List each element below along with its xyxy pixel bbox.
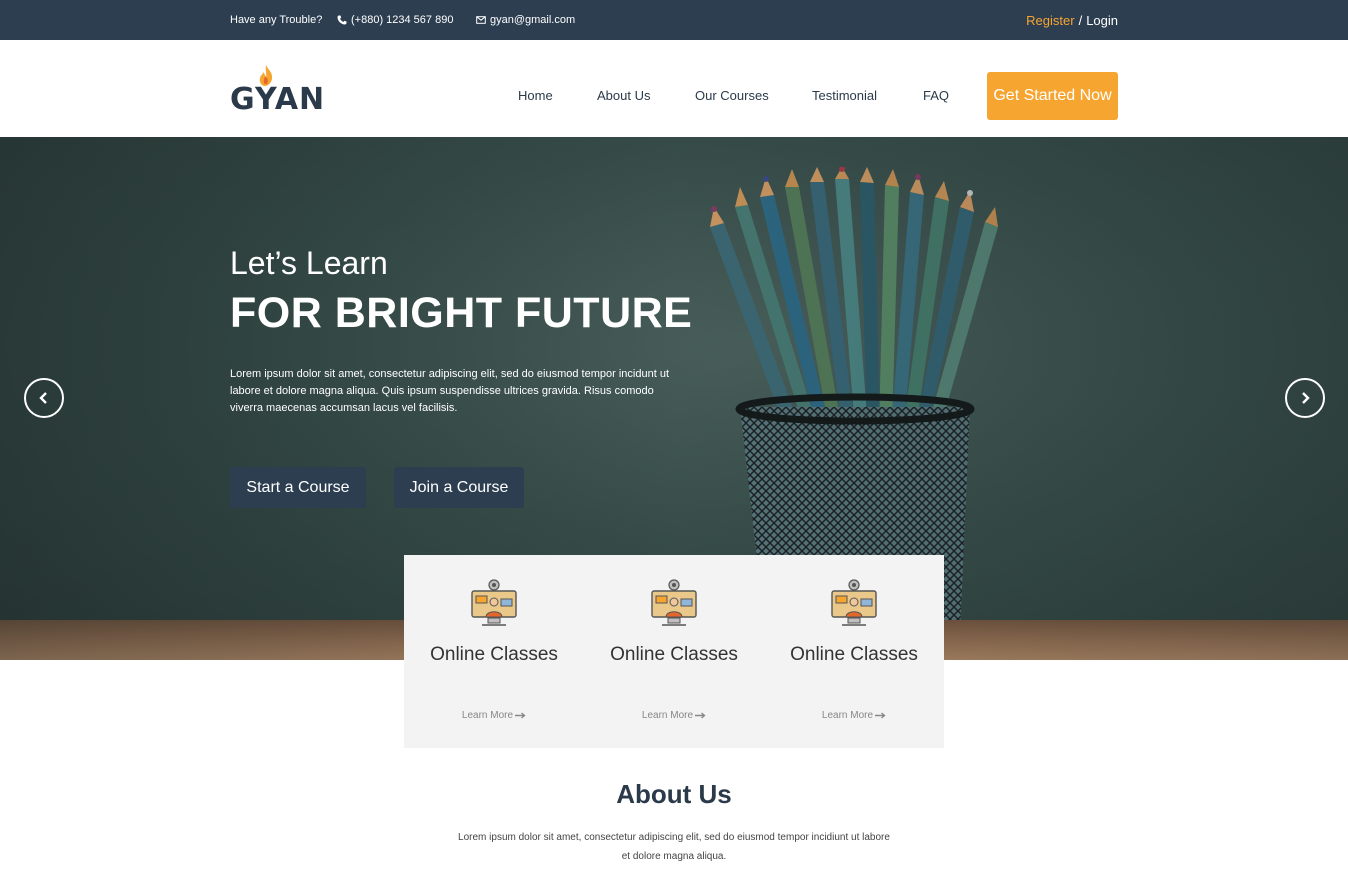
feature-title: Online Classes xyxy=(790,644,918,665)
feature-item: Online Classes Learn More xyxy=(584,555,764,748)
phone-number: (+880) 1234 567 890 xyxy=(351,14,454,26)
about-description: Lorem ipsum dolor sit amet, consectetur … xyxy=(458,832,890,862)
learn-more-label: Learn More xyxy=(821,710,874,721)
feature-learn-more-link[interactable]: Learn More xyxy=(584,710,764,721)
arrow-right-icon xyxy=(515,712,526,719)
login-link[interactable]: Login xyxy=(1086,13,1118,28)
learn-more-label: Learn More xyxy=(461,710,514,721)
features-card: Online Classes Learn More Online Classes… xyxy=(404,555,944,748)
feature-item: Online Classes Learn More xyxy=(764,555,944,748)
online-class-icon xyxy=(471,579,517,626)
join-course-button[interactable]: Join a Course xyxy=(394,467,524,508)
slider-prev-button[interactable] xyxy=(24,378,64,418)
feature-item: Online Classes Learn More xyxy=(404,555,584,748)
feature-learn-more-link[interactable]: Learn More xyxy=(764,710,944,721)
register-link[interactable]: Register xyxy=(1026,13,1074,28)
chevron-left-icon xyxy=(39,392,47,404)
auth-links: Register / Login xyxy=(1026,13,1118,28)
email-address: gyan@gmail.com xyxy=(490,14,576,26)
hero-title: FOR BRIGHT FUTURE xyxy=(230,289,693,337)
feature-title: Online Classes xyxy=(610,644,738,665)
phone-icon xyxy=(337,15,347,25)
hero-subtitle: Let’s Learn xyxy=(230,245,388,281)
online-class-icon xyxy=(651,579,697,626)
envelope-icon xyxy=(476,16,486,24)
email-contact[interactable]: gyan@gmail.com xyxy=(476,14,575,26)
arrow-right-icon xyxy=(695,712,706,719)
learn-more-label: Learn More xyxy=(641,710,694,721)
nav-testimonial[interactable]: Testimonial xyxy=(812,88,877,103)
get-started-button[interactable]: Get Started Now xyxy=(987,72,1118,120)
hero-description: Lorem ipsum dolor sit amet, consectetur … xyxy=(230,368,669,414)
phone-contact[interactable]: (+880) 1234 567 890 xyxy=(337,14,453,26)
auth-separator: / xyxy=(1078,13,1083,28)
gyan-logo[interactable]: GYAN xyxy=(230,64,324,117)
start-course-button[interactable]: Start a Course xyxy=(230,467,366,508)
nav-home[interactable]: Home xyxy=(518,88,553,103)
logo-text: GYAN xyxy=(230,82,326,117)
arrow-right-icon xyxy=(875,712,886,719)
nav-about-us[interactable]: About Us xyxy=(597,88,650,103)
nav-our-courses[interactable]: Our Courses xyxy=(695,88,769,103)
chevron-right-icon xyxy=(1302,392,1310,404)
slider-next-button[interactable] xyxy=(1285,378,1325,418)
feature-title: Online Classes xyxy=(430,644,558,665)
nav-faq[interactable]: FAQ xyxy=(923,88,949,103)
feature-learn-more-link[interactable]: Learn More xyxy=(404,710,584,721)
top-bar: Have any Trouble? (+880) 1234 567 890 gy… xyxy=(0,0,1348,40)
main-navbar: GYAN Home About Us Our Courses Testimoni… xyxy=(0,40,1348,137)
about-title: About Us xyxy=(616,779,732,809)
online-class-icon xyxy=(831,579,877,626)
trouble-text: Have any Trouble? xyxy=(230,14,323,26)
